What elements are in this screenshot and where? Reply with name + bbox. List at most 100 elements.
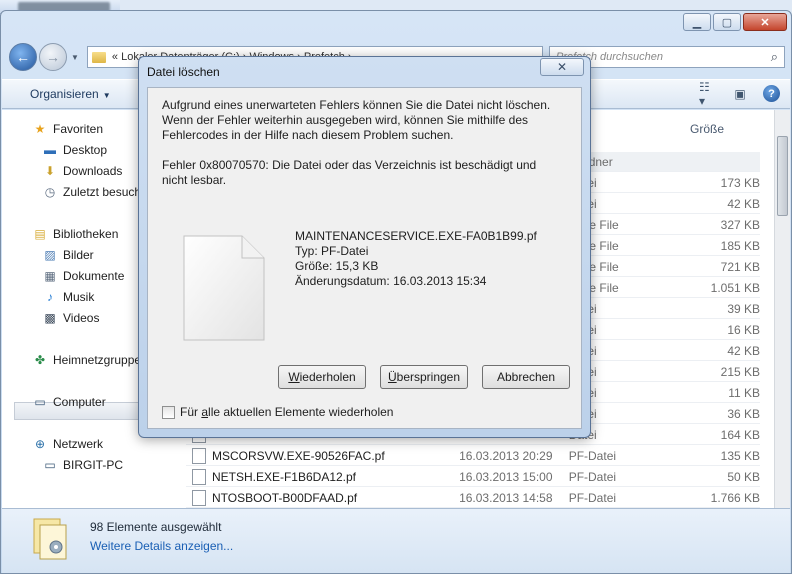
window-controls: ▁ ▢ ✕ — [683, 13, 787, 31]
sidebar-item-musik[interactable]: ♪ Musik — [42, 288, 94, 306]
star-icon: ★ — [34, 122, 46, 136]
cell-size: 185 KB — [720, 238, 761, 253]
dialog-body: Aufgrund eines unerwarteten Fehlers könn… — [147, 87, 582, 429]
cell-type: PF-Datei — [568, 469, 617, 484]
close-button[interactable]: ✕ — [743, 13, 787, 31]
cancel-button[interactable]: Abbrechen — [482, 365, 570, 389]
vertical-scrollbar[interactable] — [774, 110, 790, 510]
sidebar-item-label: Videos — [63, 311, 100, 325]
cell-type: PF-Datei — [568, 448, 617, 463]
cell-size: 16 KB — [727, 322, 761, 337]
close-icon: ✕ — [760, 16, 770, 29]
forward-arrow-icon: → — [46, 49, 60, 65]
cell-name: MSCORSVW.EXE-90526FAC.pf — [211, 448, 385, 463]
homegroup-icon: ✤ — [34, 353, 46, 367]
close-icon: ✕ — [556, 60, 568, 74]
sidebar-item-videos[interactable]: ▩ Videos — [42, 309, 99, 327]
sidebar-item-birgit-pc[interactable]: ▭ BIRGIT-PC — [42, 456, 123, 474]
cell-size: 164 KB — [720, 427, 761, 442]
sidebar-item-zuletzt-besucht[interactable]: ◷ Zuletzt besucht — [42, 183, 145, 201]
back-arrow-icon: ← — [16, 49, 30, 65]
sidebar-item-bibliotheken[interactable]: ▤ Bibliotheken — [32, 225, 118, 243]
computer-icon: ▭ — [34, 395, 46, 409]
cell-date: 16.03.2013 20:29 — [459, 448, 553, 463]
maximize-button[interactable]: ▢ — [713, 13, 741, 31]
sidebar-item-label: Dokumente — [63, 269, 125, 283]
cell-size: 36 KB — [727, 406, 761, 421]
retry-button[interactable]: Wiederholen — [278, 365, 366, 389]
skip-accelerator: Ü — [387, 370, 397, 384]
sidebar-item-label: Computer — [53, 395, 106, 409]
file-icon — [183, 235, 265, 341]
organize-menu[interactable]: Organisieren ▼ — [30, 87, 111, 101]
organize-label: Organisieren — [30, 87, 99, 101]
sidebar-item-label: Netzwerk — [53, 437, 104, 451]
cell-size: 721 KB — [720, 259, 761, 274]
search-icon[interactable]: ⌕ — [771, 49, 778, 65]
retry-label: iederholen — [299, 370, 356, 384]
desktop-icon: ▬ — [44, 143, 56, 157]
sidebar-item-bilder[interactable]: ▨ Bilder — [42, 246, 94, 264]
pc-icon: ▭ — [44, 458, 56, 472]
cell-name: NTOSBOOT-B00DFAAD.pf — [211, 490, 358, 505]
repeat-for-all-checkbox[interactable] — [162, 405, 175, 419]
navigation-pane: ★ Favoriten ▬ Desktop ⬇ Downloads ◷ Zule… — [2, 110, 146, 510]
preview-pane-icon[interactable]: ▣ — [731, 86, 749, 102]
view-options-icon[interactable]: ☷ ▾ — [699, 80, 717, 108]
explorer-titlebar: ▁ ▢ ✕ — [1, 11, 791, 37]
cancel-label: Abbrechen — [496, 370, 556, 384]
file-size: Größe: 15,3 KB — [295, 259, 379, 273]
more-details-link[interactable]: Weitere Details anzeigen... — [90, 539, 233, 553]
forward-button[interactable]: → — [39, 43, 67, 71]
table-row[interactable]: MSCORSVW.EXE-90526FAC.pf 16.03.2013 20:29… — [186, 446, 760, 466]
downloads-icon: ⬇ — [44, 164, 56, 178]
scrollbar-thumb[interactable] — [777, 136, 788, 216]
cell-size: 1.766 KB — [710, 490, 761, 505]
sidebar-item-desktop[interactable]: ▬ Desktop — [42, 141, 107, 159]
file-modified: Änderungsdatum: 16.03.2013 15:34 — [295, 274, 487, 288]
file-details: MAINTENANCESERVICE.EXE-FA0B1B99.pf Typ: … — [295, 229, 537, 289]
recent-places-icon: ◷ — [44, 185, 56, 199]
cell-type: PF-Datei — [568, 490, 617, 505]
cell-size: 215 KB — [720, 364, 761, 379]
sidebar-item-computer[interactable]: ▭ Computer — [32, 393, 106, 411]
minimize-icon: ▁ — [692, 16, 702, 29]
network-icon: ⊕ — [34, 437, 46, 451]
dialog-title: Datei löschen — [147, 65, 220, 79]
cell-size: 42 KB — [727, 343, 761, 358]
pf-file-icon — [192, 489, 206, 506]
sidebar-item-label: BIRGIT-PC — [63, 458, 124, 472]
checkbox-accelerator: a — [201, 405, 209, 419]
sidebar-item-label: Favoriten — [53, 122, 104, 136]
back-button[interactable]: ← — [9, 43, 37, 71]
skip-button[interactable]: Überspringen — [380, 365, 468, 389]
sidebar-item-dokumente[interactable]: ▦ Dokumente — [42, 267, 124, 285]
cell-size: 173 KB — [720, 175, 761, 190]
file-type: Typ: PF-Datei — [295, 244, 369, 258]
recent-pages-dropdown-icon[interactable]: ▼ — [71, 53, 79, 62]
sidebar-item-favoriten[interactable]: ★ Favoriten — [32, 120, 103, 138]
sidebar-item-label: Zuletzt besucht — [63, 185, 145, 199]
sidebar-item-heimnetzgruppe[interactable]: ✤ Heimnetzgruppe — [32, 351, 141, 369]
error-code: Fehler 0x80070570: Die Datei oder das Ve… — [162, 158, 537, 187]
delete-file-dialog: Datei löschen ✕ Aufgrund eines unerwarte… — [138, 56, 591, 438]
sidebar-item-label: Bilder — [63, 248, 94, 262]
checkbox-label-pre: Für — [180, 405, 202, 419]
music-icon: ♪ — [47, 290, 53, 304]
cell-size: 135 KB — [720, 448, 761, 463]
table-row[interactable]: NTOSBOOT-B00DFAAD.pf 16.03.2013 14:58 PF-D… — [186, 488, 760, 508]
cell-size: 42 KB — [727, 196, 761, 211]
pictures-icon: ▨ — [44, 248, 56, 262]
multiple-files-icon — [33, 518, 67, 560]
libraries-icon: ▤ — [34, 227, 46, 241]
table-row[interactable]: NETSH.EXE-F1B6DA12.pf 16.03.2013 15:00 PF-… — [186, 467, 760, 487]
help-icon[interactable]: ? — [763, 85, 780, 102]
documents-icon: ▦ — [44, 269, 56, 283]
minimize-button[interactable]: ▁ — [683, 13, 711, 31]
sidebar-item-downloads[interactable]: ⬇ Downloads — [42, 162, 122, 180]
sidebar-item-netzwerk[interactable]: ⊕ Netzwerk — [32, 435, 103, 453]
repeat-for-all-option[interactable]: Für a lle aktuellen Elemente wiederholen — [162, 405, 393, 419]
column-header-size[interactable]: Größe — [690, 122, 724, 136]
dialog-close-button[interactable]: ✕ — [540, 58, 584, 76]
maximize-icon: ▢ — [721, 16, 733, 29]
